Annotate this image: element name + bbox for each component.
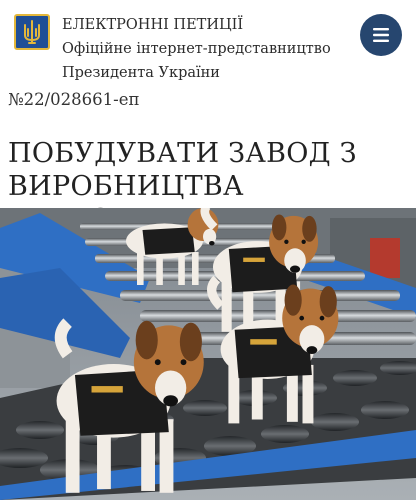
site-header: ЕЛЕКТРОННІ ПЕТИЦІЇ Офіційне інтернет-пре… — [0, 0, 416, 81]
hamburger-menu-icon — [373, 28, 389, 42]
dogs-on-conveyor-rollers-photo — [0, 208, 416, 500]
trident-icon — [24, 20, 40, 44]
petition-title-line1: ПОБУДУВАТИ ЗАВОД З — [8, 138, 357, 169]
site-title[interactable]: ЕЛЕКТРОННІ ПЕТИЦІЇ Офіційне інтернет-пре… — [62, 13, 331, 85]
site-title-line3: Президента України — [62, 65, 220, 81]
petition-number: №22/028661-еп — [8, 90, 140, 109]
petition-photo — [0, 208, 416, 500]
site-title-line1: ЕЛЕКТРОННІ ПЕТИЦІЇ — [62, 17, 244, 33]
site-title-line2: Офіційне інтернет-представництво — [62, 41, 331, 57]
menu-button[interactable] — [360, 14, 402, 56]
emblem-logo[interactable] — [14, 14, 50, 50]
